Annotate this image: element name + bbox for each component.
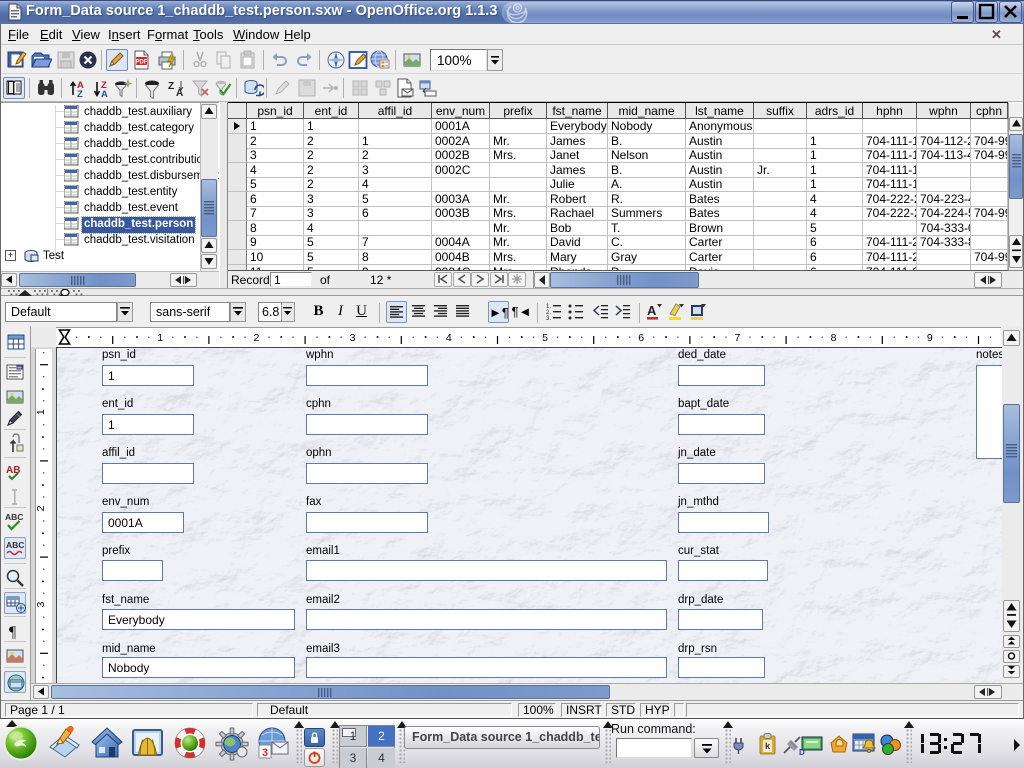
svg-text:7: 7 [734, 332, 740, 344]
svg-text:3: 3 [36, 602, 47, 608]
svg-text:3.: 3. [546, 316, 551, 321]
svg-text:PDF: PDF [136, 60, 148, 66]
svg-text:5: 5 [542, 332, 548, 344]
svg-text:4: 4 [446, 332, 452, 344]
svg-text:¶: ¶ [9, 624, 17, 641]
svg-text:3: 3 [350, 332, 356, 344]
svg-text:A: A [647, 303, 657, 318]
svg-text:6: 6 [638, 332, 644, 344]
svg-text:A: A [176, 88, 183, 99]
svg-text:2: 2 [253, 332, 259, 344]
svg-text:ABC: ABC [6, 540, 24, 550]
svg-text:1: 1 [36, 409, 47, 415]
svg-text:Z: Z [168, 81, 174, 92]
svg-text:1: 1 [157, 332, 163, 344]
svg-text:ABC: ABC [5, 512, 23, 522]
svg-text:8: 8 [831, 332, 837, 344]
svg-text:2: 2 [36, 505, 47, 511]
svg-text:3: 3 [262, 747, 268, 759]
svg-text:9: 9 [927, 332, 933, 344]
svg-text:A: A [101, 89, 108, 99]
svg-text:Z: Z [77, 89, 83, 99]
svg-text:AB: AB [6, 465, 20, 476]
